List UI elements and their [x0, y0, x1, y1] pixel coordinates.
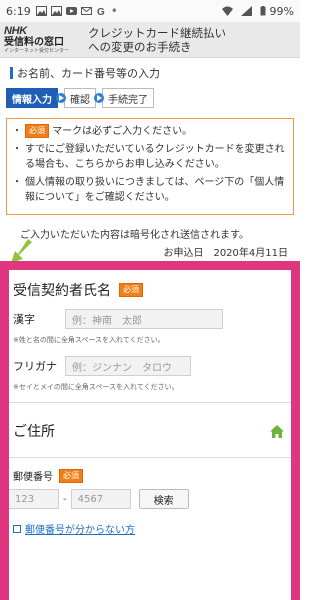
name-field-title: 受信契約者氏名 必須 [9, 270, 291, 306]
svg-text:G: G [97, 7, 105, 16]
zip-first-input[interactable]: 123 [9, 489, 59, 509]
zip-search-button[interactable]: 検索 [138, 489, 189, 509]
signal-icon [240, 6, 252, 16]
required-badge: 必須 [25, 124, 49, 138]
contract-form: 受信契約者氏名 必須 漢字 例：神南 太郎 ※姓と名の間に全角スペースを入れてく… [9, 270, 291, 536]
kanji-row: 漢字 例：神南 太郎 [9, 306, 291, 329]
status-bar: 6:19 G • 99% [0, 0, 300, 22]
address-title-text: ご住所 [13, 424, 55, 440]
zip-second-input[interactable]: 4567 [70, 489, 131, 509]
google-icon: G [97, 7, 105, 16]
furigana-label: フリガナ [13, 360, 57, 373]
notice-item-text: マークは必ずご入力ください。 [52, 126, 193, 137]
section-heading-text: お名前、カード番号等の入力 [17, 67, 160, 80]
kanji-hint: ※姓と名の間に全角スペースを入れてください。 [13, 336, 165, 344]
logo-nhk-text: NHK [4, 24, 27, 37]
image-icon [50, 6, 62, 16]
furigana-hint: ※セイとメイの間に全角スペースを入れてください。 [13, 383, 179, 391]
zip-unknown-link-text: 郵便番号が分からない方 [25, 525, 135, 536]
zip-label-row: 郵便番号 必須 [9, 458, 291, 489]
status-time: 6:19 [6, 4, 31, 18]
external-link-icon [13, 524, 21, 533]
more-notifications-icon: • [110, 4, 118, 18]
encrypt-note: ご入力いただいた内容は暗号化され送信されます。 [20, 230, 249, 241]
section-heading: お名前、カード番号等の入力 [0, 58, 300, 85]
battery-icon [260, 6, 266, 16]
mail-icon [80, 7, 92, 15]
application-date: お申込日 2020年4月11日 [163, 248, 288, 259]
notice-box: 必須 マークは必ずご入力ください。 すでにご登録いただいているクレジットカードを… [6, 118, 294, 215]
youtube-icon [65, 7, 77, 15]
page-title: クレジットカード継続払い への変更のお手続き [88, 25, 226, 54]
furigana-row: フリガナ 例：ジンナン タロウ [9, 353, 291, 376]
name-field-title-text: 受信契約者氏名 [13, 283, 111, 299]
step-confirm: 確認 [64, 88, 96, 108]
step-arrow-icon [94, 93, 104, 103]
home-icon [270, 424, 284, 438]
section-bar [10, 67, 13, 79]
zip-unknown-link[interactable]: 郵便番号が分からない方 [9, 509, 291, 536]
notice-item: すでにご登録いただいているクレジットカードを変更される場合も、こちらからお申し込… [12, 142, 287, 172]
step-arrow-icon [56, 93, 66, 103]
zip-row: 123 - 4567 検索 [9, 489, 291, 509]
logo-main-text: 受信料の窓口 [4, 36, 64, 48]
step-indicator: 情報入力 確認 手続完了 [0, 85, 300, 114]
notice-item: 個人情報の取り扱いにつきましては、ページ下の「個人情報について」をご確認ください… [12, 175, 287, 205]
logo-sub-text: インターネット受付センター [4, 47, 70, 54]
wifi-icon [221, 6, 233, 16]
step-complete: 手続完了 [102, 88, 154, 108]
required-badge: 必須 [119, 283, 143, 297]
notice-item: 必須 マークは必ずご入力ください。 [12, 124, 287, 139]
kanji-name-input[interactable]: 例：神南 太郎 [65, 309, 223, 329]
address-field-title: ご住所 [9, 403, 291, 455]
site-header: NHK 受信料の窓口 インターネット受付センター クレジットカード継続払い への… [0, 22, 300, 58]
step-input: 情報入力 [6, 88, 58, 108]
zip-dash: - [63, 493, 67, 505]
image-icon [35, 6, 47, 16]
zip-label: 郵便番号 [13, 472, 53, 483]
required-badge: 必須 [59, 468, 83, 483]
nhk-logo[interactable]: NHK 受信料の窓口 インターネット受付センター [4, 24, 84, 54]
furigana-input[interactable]: 例：ジンナン タロウ [65, 356, 191, 376]
battery-level: 99% [269, 4, 294, 18]
kanji-label: 漢字 [13, 313, 35, 326]
